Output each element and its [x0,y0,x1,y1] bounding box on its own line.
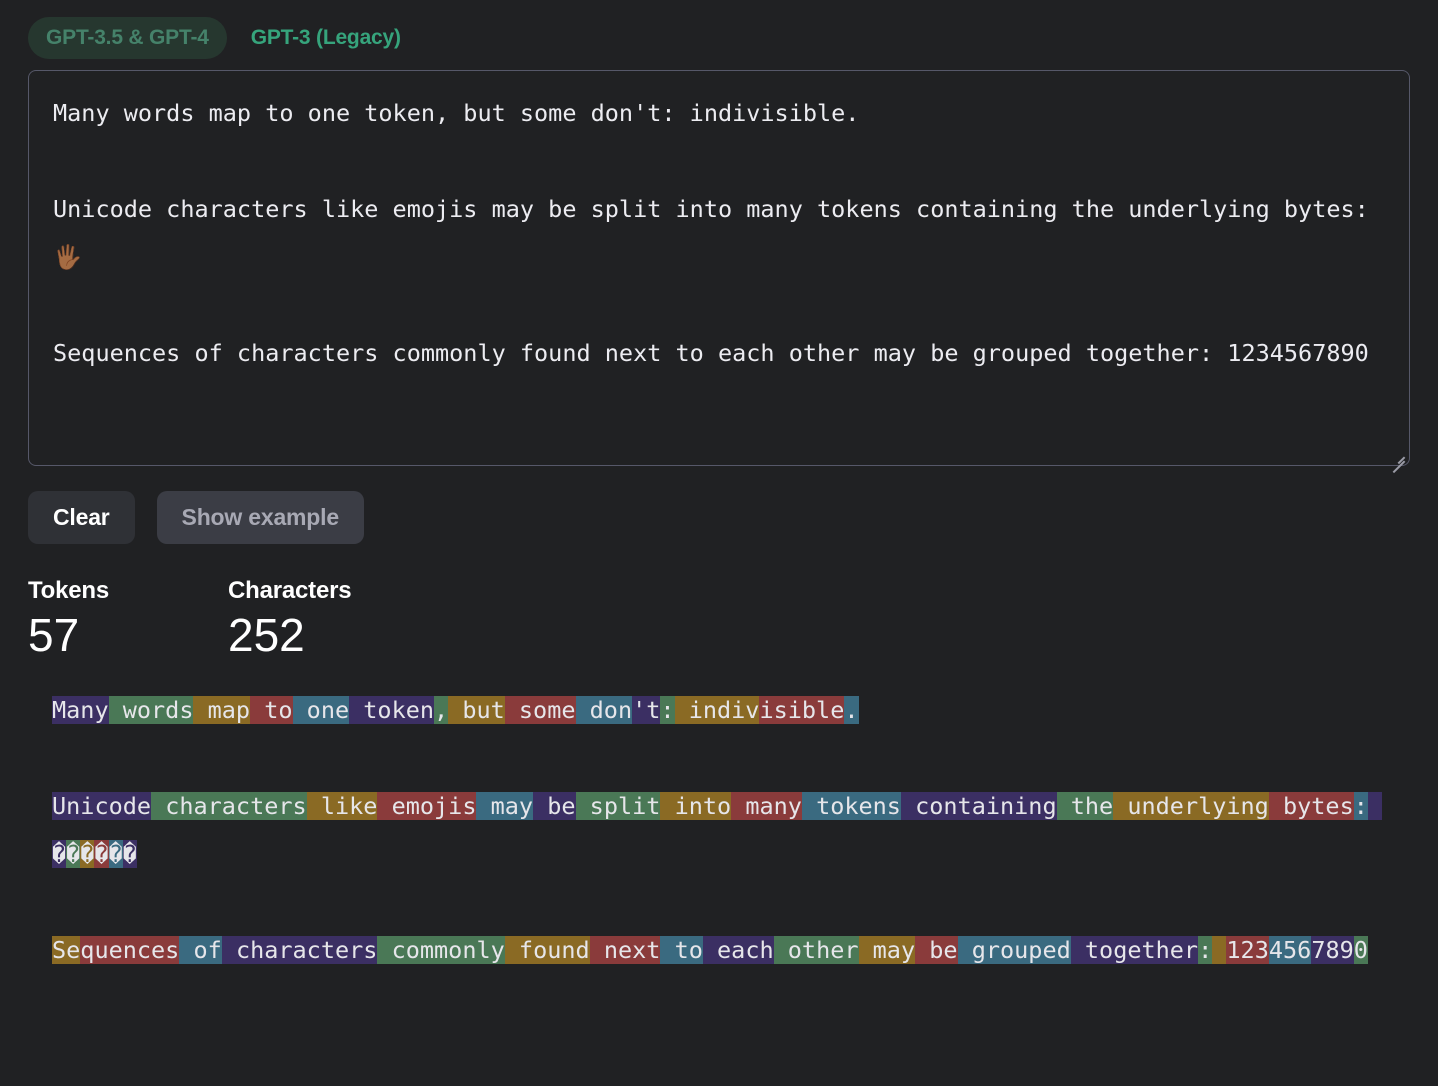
token-chip: like [307,792,378,820]
token-chip: bytes [1269,792,1354,820]
token-chip: many [731,792,802,820]
model-tab-bar: GPT-3.5 & GPT-4 GPT-3 (Legacy) [0,0,1438,62]
token-chip: together [1071,936,1198,964]
token-chip: the [1057,792,1114,820]
action-button-row: Clear Show example [28,491,1438,544]
token-chip: don [576,696,633,724]
token-chip: found [505,936,590,964]
token-chip: one [293,696,350,724]
token-chip: Many [52,696,109,724]
stats-row: Tokens 57 Characters 252 [28,576,1438,664]
token-chip: 456 [1269,936,1311,964]
stat-characters: Characters 252 [228,576,428,664]
tokens-label: Tokens [28,576,228,606]
token-chip: � [52,840,66,868]
token-chip: map [193,696,250,724]
token-chip [1212,936,1226,964]
tab-gpt35-gpt4[interactable]: GPT-3.5 & GPT-4 [28,17,227,59]
token-chip: words [109,696,194,724]
token-chip: isible [759,696,844,724]
token-chip: into [660,792,731,820]
token-chip: indiv [675,696,760,724]
token-chip: split [576,792,661,820]
token-chip: be [915,936,957,964]
token-chip: be [533,792,575,820]
token-chip: emojis [377,792,476,820]
token-chip: Unicode [52,792,151,820]
token-chip: , [434,696,448,724]
token-chip: to [250,696,292,724]
token-chip: � [109,840,123,868]
token-chip: to [660,936,702,964]
token-chip: � [123,840,137,868]
clear-button[interactable]: Clear [28,491,135,544]
characters-label: Characters [228,576,428,606]
token-chip: Se [52,936,80,964]
token-chip: other [774,936,859,964]
tokens-value: 57 [28,606,228,664]
token-chip: may [859,936,916,964]
token-chip [1368,792,1382,820]
token-chip: quences [80,936,179,964]
token-chip: token [349,696,434,724]
token-chip: may [476,792,533,820]
text-input-area[interactable] [28,70,1410,466]
token-chip: containing [901,792,1057,820]
editor-container [28,70,1410,466]
token-chip: : [1354,792,1368,820]
token-chip: underlying [1113,792,1269,820]
token-chip: 123 [1226,936,1268,964]
token-chip: but [448,696,505,724]
token-chip: each [703,936,774,964]
token-chip: of [179,936,221,964]
token-chip: � [80,840,94,868]
show-example-button[interactable]: Show example [157,491,364,544]
characters-value: 252 [228,606,428,664]
token-chip: 0 [1354,936,1368,964]
stat-tokens: Tokens 57 [28,576,228,664]
token-chip: 't [632,696,660,724]
token-chip: characters [222,936,378,964]
tokenized-output: Many words map to one token, but some do… [52,686,1410,974]
token-chip: next [590,936,661,964]
token-chip: 789 [1311,936,1353,964]
token-chip: : [660,696,674,724]
token-chip: : [1198,936,1212,964]
token-chip: characters [151,792,307,820]
token-chip: grouped [958,936,1071,964]
token-chip: tokens [802,792,901,820]
token-chip: � [94,840,108,868]
token-chip: some [505,696,576,724]
token-chip: commonly [377,936,504,964]
tab-gpt3-legacy[interactable]: GPT-3 (Legacy) [233,17,419,59]
token-chip: � [66,840,80,868]
token-chip: . [844,696,858,724]
